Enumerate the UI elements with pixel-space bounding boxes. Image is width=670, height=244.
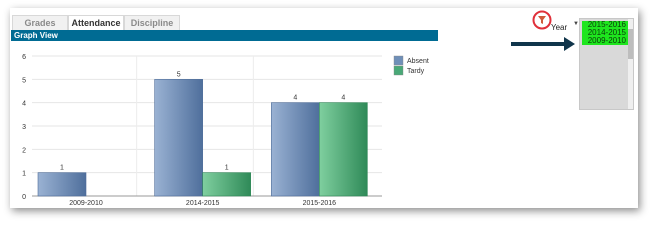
- data-label: 1: [225, 165, 229, 172]
- legend-label: Absent: [407, 58, 429, 65]
- graph-view-header: Graph View: [11, 30, 438, 41]
- arrow-right-icon: [511, 37, 575, 51]
- bar-absent: [154, 79, 203, 197]
- legend-label: Tardy: [407, 68, 425, 75]
- y-tick-label: 3: [22, 124, 26, 131]
- y-tick-label: 1: [22, 171, 26, 178]
- bar-tardy: [202, 172, 251, 197]
- data-label: 4: [293, 95, 297, 102]
- tab-discipline[interactable]: Discipline: [124, 15, 180, 30]
- data-label: 5: [177, 71, 181, 78]
- x-tick-label: 2014-2015: [186, 200, 220, 207]
- list-item-year[interactable]: 2009-2010: [582, 37, 628, 45]
- filter-icon[interactable]: [532, 10, 552, 30]
- legend-swatch-tardy: [393, 65, 404, 76]
- year-filter-label: Year: [551, 23, 568, 32]
- tab-attendance[interactable]: Attendance: [68, 15, 124, 30]
- legend-swatch-absent: [393, 55, 404, 66]
- data-label: 4: [341, 95, 345, 102]
- listbox-scrollbar[interactable]: [628, 19, 633, 109]
- y-tick-label: 2: [22, 147, 26, 154]
- year-listbox[interactable]: 2015-2016 2014-2015 2009-2010: [579, 18, 634, 110]
- report-window: Grades Attendance Discipline Graph View …: [10, 8, 638, 208]
- y-tick-label: 6: [22, 54, 26, 61]
- x-tick-label: 2009-2010: [69, 200, 103, 207]
- attendance-chart: 0 1 2 3 4 5 6 1 2009-2010 5 1 2014-2015 4 4 2015-2016 A…: [22, 54, 429, 207]
- tab-grades[interactable]: Grades: [12, 15, 68, 30]
- data-label: 1: [60, 165, 64, 172]
- y-tick-label: 0: [22, 194, 26, 201]
- y-tick-label: 5: [22, 77, 26, 84]
- bar-absent: [271, 102, 320, 197]
- x-tick-label: 2015-2016: [303, 200, 337, 207]
- bar-tardy: [319, 102, 368, 197]
- bar-absent: [37, 172, 87, 197]
- y-tick-label: 4: [22, 101, 26, 108]
- scrollbar-thumb[interactable]: [628, 29, 633, 59]
